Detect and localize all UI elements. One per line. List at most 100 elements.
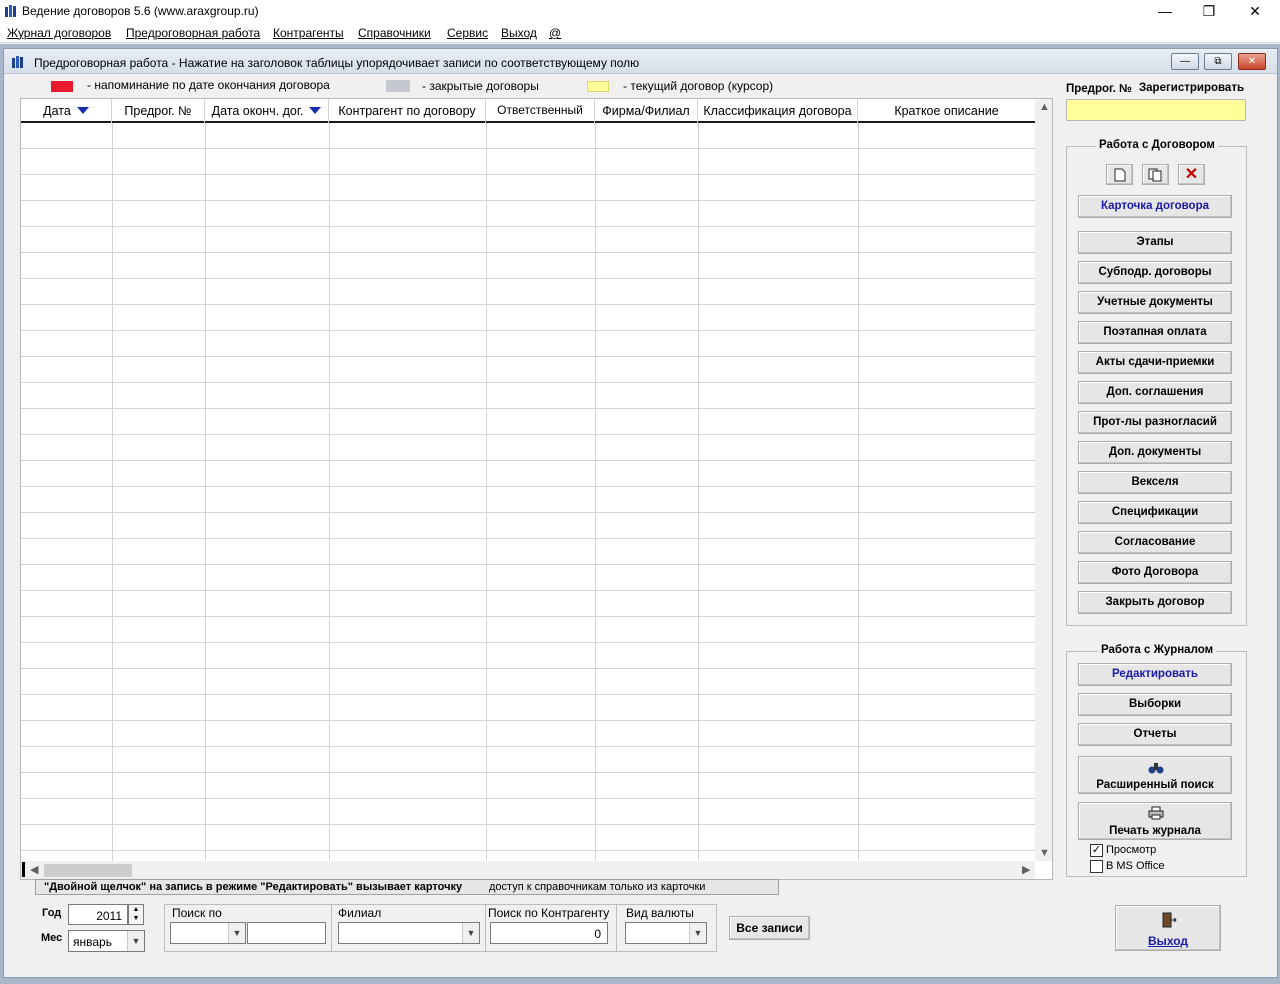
table-row[interactable]: [21, 591, 1035, 617]
table-row[interactable]: [21, 175, 1035, 201]
table-row[interactable]: [21, 253, 1035, 279]
all-records-button[interactable]: Все записи: [729, 916, 810, 940]
menu-directories[interactable]: Справочники: [358, 26, 431, 40]
table-row[interactable]: [21, 383, 1035, 409]
column-header-predog-number[interactable]: Предрог. №: [112, 99, 205, 123]
contract-action-button[interactable]: Доп. соглашения: [1078, 381, 1232, 404]
predog-number-field[interactable]: [1066, 99, 1246, 121]
horizontal-scrollbar[interactable]: ◀ ▶: [21, 861, 1035, 879]
search-text-input[interactable]: [247, 922, 326, 944]
scroll-down-icon[interactable]: ▼: [1039, 847, 1050, 859]
chevron-down-icon[interactable]: ▼: [462, 923, 479, 943]
menu-bar: Журнал договоров Предроговорная работа К…: [0, 23, 1280, 43]
branch-select[interactable]: ▼: [338, 922, 480, 944]
minimize-button[interactable]: —: [1142, 0, 1188, 22]
search-by-label: Поиск по: [172, 906, 222, 920]
column-header-responsible[interactable]: Ответственный: [486, 99, 595, 123]
delete-button[interactable]: ✕: [1178, 164, 1205, 185]
menu-contracts-journal[interactable]: Журнал договоров: [7, 26, 111, 40]
extended-search-button[interactable]: Расширенный поиск: [1078, 756, 1232, 794]
column-header-description[interactable]: Краткое описание: [858, 99, 1035, 123]
contract-action-button[interactable]: Доп. документы: [1078, 441, 1232, 464]
scroll-up-icon[interactable]: ▲: [1039, 101, 1050, 113]
horizontal-scroll-thumb[interactable]: [44, 864, 132, 877]
table-row[interactable]: [21, 435, 1035, 461]
contract-action-button[interactable]: Фото Договора: [1078, 561, 1232, 584]
child-restore-button[interactable]: ⧉: [1204, 53, 1232, 70]
scroll-left-icon[interactable]: ◀: [30, 863, 38, 876]
menu-service[interactable]: Сервис: [447, 26, 488, 40]
year-field[interactable]: 2011: [68, 904, 128, 925]
table-row[interactable]: [21, 357, 1035, 383]
table-row[interactable]: [21, 643, 1035, 669]
table-row[interactable]: [21, 227, 1035, 253]
table-row[interactable]: [21, 149, 1035, 175]
column-header-end-date[interactable]: Дата оконч. дог.: [205, 99, 329, 123]
column-header-counterparty[interactable]: Контрагент по договору: [329, 99, 486, 123]
print-journal-button[interactable]: Печать журнала: [1078, 802, 1232, 840]
contract-action-button[interactable]: Учетные документы: [1078, 291, 1232, 314]
vertical-scrollbar[interactable]: ▲ ▼: [1035, 99, 1052, 861]
table-row[interactable]: [21, 695, 1035, 721]
contract-action-button[interactable]: Прот-лы разногласий: [1078, 411, 1232, 434]
table-row[interactable]: [21, 799, 1035, 825]
table-row[interactable]: [21, 565, 1035, 591]
contract-action-button[interactable]: Субподр. договоры: [1078, 261, 1232, 284]
chevron-down-icon[interactable]: ▼: [228, 923, 245, 943]
contract-action-button[interactable]: Спецификации: [1078, 501, 1232, 524]
new-document-icon: [1114, 168, 1125, 182]
menu-at[interactable]: @: [549, 26, 561, 40]
month-select[interactable]: январь ▼: [68, 930, 145, 952]
preview-checkbox[interactable]: ✓: [1090, 844, 1103, 857]
child-minimize-button[interactable]: —: [1171, 53, 1199, 70]
table-row[interactable]: [21, 409, 1035, 435]
contract-action-button[interactable]: Закрыть договор: [1078, 591, 1232, 614]
contract-work-title: Работа с Договором: [1096, 139, 1218, 151]
menu-exit[interactable]: Выход: [501, 26, 537, 40]
exit-button[interactable]: Выход: [1115, 905, 1221, 951]
column-header-classification[interactable]: Классификация договора: [698, 99, 858, 123]
table-row[interactable]: [21, 773, 1035, 799]
contract-action-button[interactable]: Этапы: [1078, 231, 1232, 254]
menu-counterparties[interactable]: Контрагенты: [273, 26, 344, 40]
currency-select[interactable]: ▼: [625, 922, 707, 944]
search-by-select[interactable]: ▼: [170, 922, 246, 944]
table-row[interactable]: [21, 123, 1035, 149]
contract-action-button[interactable]: Поэтапная оплата: [1078, 321, 1232, 344]
column-header-firm-branch[interactable]: Фирма/Филиал: [595, 99, 698, 123]
table-row[interactable]: [21, 513, 1035, 539]
counterparty-search-input[interactable]: 0: [490, 922, 608, 944]
table-row[interactable]: [21, 279, 1035, 305]
column-header-date[interactable]: Дата: [21, 99, 112, 123]
edit-button[interactable]: Редактировать: [1078, 663, 1232, 686]
maximize-button[interactable]: ❐: [1186, 0, 1232, 22]
chevron-down-icon[interactable]: ▼: [689, 923, 706, 943]
close-button[interactable]: ✕: [1232, 0, 1278, 22]
chevron-down-icon[interactable]: ▼: [127, 931, 144, 951]
table-row[interactable]: [21, 305, 1035, 331]
table-row[interactable]: [21, 721, 1035, 747]
reports-button[interactable]: Отчеты: [1078, 723, 1232, 746]
register-button[interactable]: Зарегистрировать: [1137, 81, 1246, 98]
table-row[interactable]: [21, 669, 1035, 695]
year-spinner[interactable]: ▲ ▼: [128, 904, 144, 925]
new-document-button[interactable]: [1106, 164, 1133, 185]
contract-action-button[interactable]: Векселя: [1078, 471, 1232, 494]
scroll-right-icon[interactable]: ▶: [1022, 863, 1030, 876]
menu-pre-contract[interactable]: Предроговорная работа: [126, 26, 260, 40]
contract-action-button[interactable]: Акты сдачи-приемки: [1078, 351, 1232, 374]
contract-card-button[interactable]: Карточка договора: [1078, 195, 1232, 218]
selections-button[interactable]: Выборки: [1078, 693, 1232, 716]
ms-office-checkbox[interactable]: [1090, 860, 1103, 873]
copy-document-button[interactable]: [1142, 164, 1169, 185]
table-row[interactable]: [21, 201, 1035, 227]
table-row[interactable]: [21, 331, 1035, 357]
table-row[interactable]: [21, 461, 1035, 487]
contract-action-button[interactable]: Согласование: [1078, 531, 1232, 554]
table-row[interactable]: [21, 825, 1035, 851]
table-row[interactable]: [21, 617, 1035, 643]
table-row[interactable]: [21, 487, 1035, 513]
table-row[interactable]: [21, 539, 1035, 565]
child-close-button[interactable]: ✕: [1238, 53, 1266, 70]
table-row[interactable]: [21, 747, 1035, 773]
